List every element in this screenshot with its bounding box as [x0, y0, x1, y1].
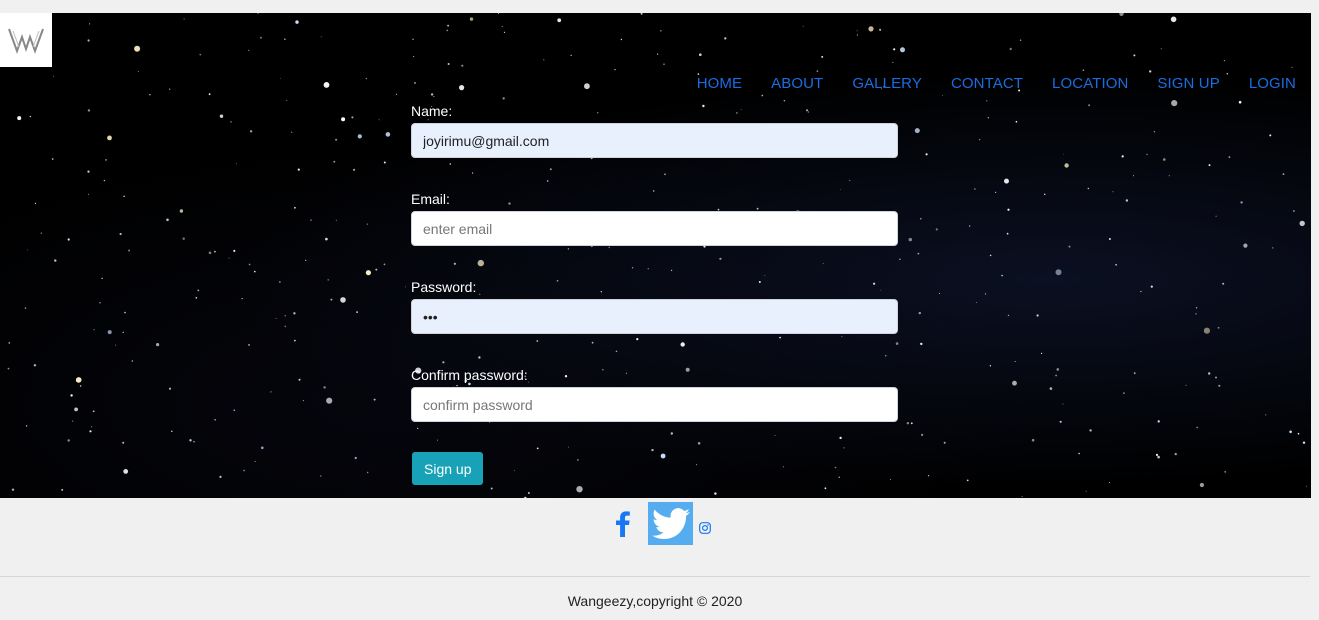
main-nav: HOME ABOUT GALLERY CONTACT LOCATION SIGN… [697, 75, 1296, 92]
instagram-link[interactable] [698, 521, 712, 535]
footer-copyright: Wangeezy,copyright © 2020 [567, 593, 743, 609]
nav-about[interactable]: ABOUT [771, 75, 823, 92]
email-field-group: Email: [411, 191, 898, 246]
nav-location[interactable]: LOCATION [1052, 75, 1128, 92]
nav-home[interactable]: HOME [697, 75, 742, 92]
confirm-password-label: Confirm password: [411, 367, 528, 383]
nav-sign-up[interactable]: SIGN UP [1157, 75, 1219, 92]
facebook-icon [616, 510, 630, 537]
password-input[interactable] [411, 299, 898, 334]
sign-up-button[interactable]: Sign up [412, 452, 484, 485]
site-logo[interactable] [0, 13, 52, 67]
wangeezy-logo-icon [8, 28, 44, 54]
confirm-password-input[interactable] [411, 387, 898, 422]
name-label: Name: [411, 103, 453, 119]
footer-divider [0, 576, 1310, 577]
nav-gallery[interactable]: GALLERY [852, 75, 922, 92]
social-links [612, 502, 712, 545]
hero-starfield: HOME ABOUT GALLERY CONTACT LOCATION SIGN… [0, 13, 1311, 498]
password-field-group: Password: [411, 279, 898, 334]
password-label: Password: [411, 279, 477, 295]
twitter-icon [651, 507, 690, 539]
confirm-password-field-group: Confirm password: [411, 367, 898, 422]
email-input[interactable] [411, 211, 898, 246]
signup-form: Name: Email: Password: Confirm password: [411, 103, 898, 455]
nav-login[interactable]: LOGIN [1249, 75, 1296, 92]
nav-contact[interactable]: CONTACT [951, 75, 1023, 92]
name-input[interactable] [411, 123, 898, 158]
instagram-icon [699, 521, 711, 534]
name-field-group: Name: [411, 103, 898, 158]
facebook-link[interactable] [612, 504, 634, 544]
twitter-link[interactable] [648, 502, 693, 545]
email-label: Email: [411, 191, 450, 207]
